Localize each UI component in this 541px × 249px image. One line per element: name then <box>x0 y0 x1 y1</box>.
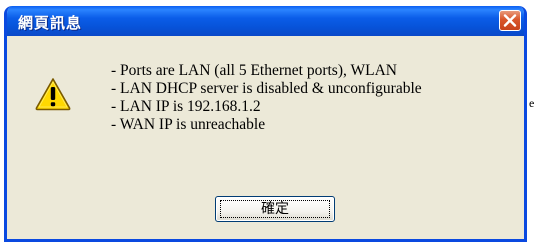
message-line: - Ports are LAN (all 5 Ethernet ports), … <box>111 62 397 79</box>
dialog-title: 網頁訊息 <box>18 14 83 32</box>
ok-button-label: 確定 <box>261 201 289 217</box>
ok-button[interactable]: 確定 <box>215 196 335 222</box>
message-line: - LAN DHCP server is disabled & unconfig… <box>111 80 422 97</box>
warning-icon <box>35 78 71 111</box>
dialog-message: - Ports are LAN (all 5 Ethernet ports), … <box>111 62 422 134</box>
close-button[interactable] <box>499 10 521 31</box>
message-line: - WAN IP is unreachable <box>111 116 266 133</box>
message-line: - LAN IP is 192.168.1.2 <box>111 98 261 115</box>
message-dialog: 網頁訊息 - Ports are LAN (all 5 Ethernet por… <box>4 6 527 242</box>
close-icon <box>503 14 517 27</box>
background-text-fragment: e <box>529 96 535 110</box>
dialog-titlebar[interactable]: 網頁訊息 <box>7 6 524 36</box>
